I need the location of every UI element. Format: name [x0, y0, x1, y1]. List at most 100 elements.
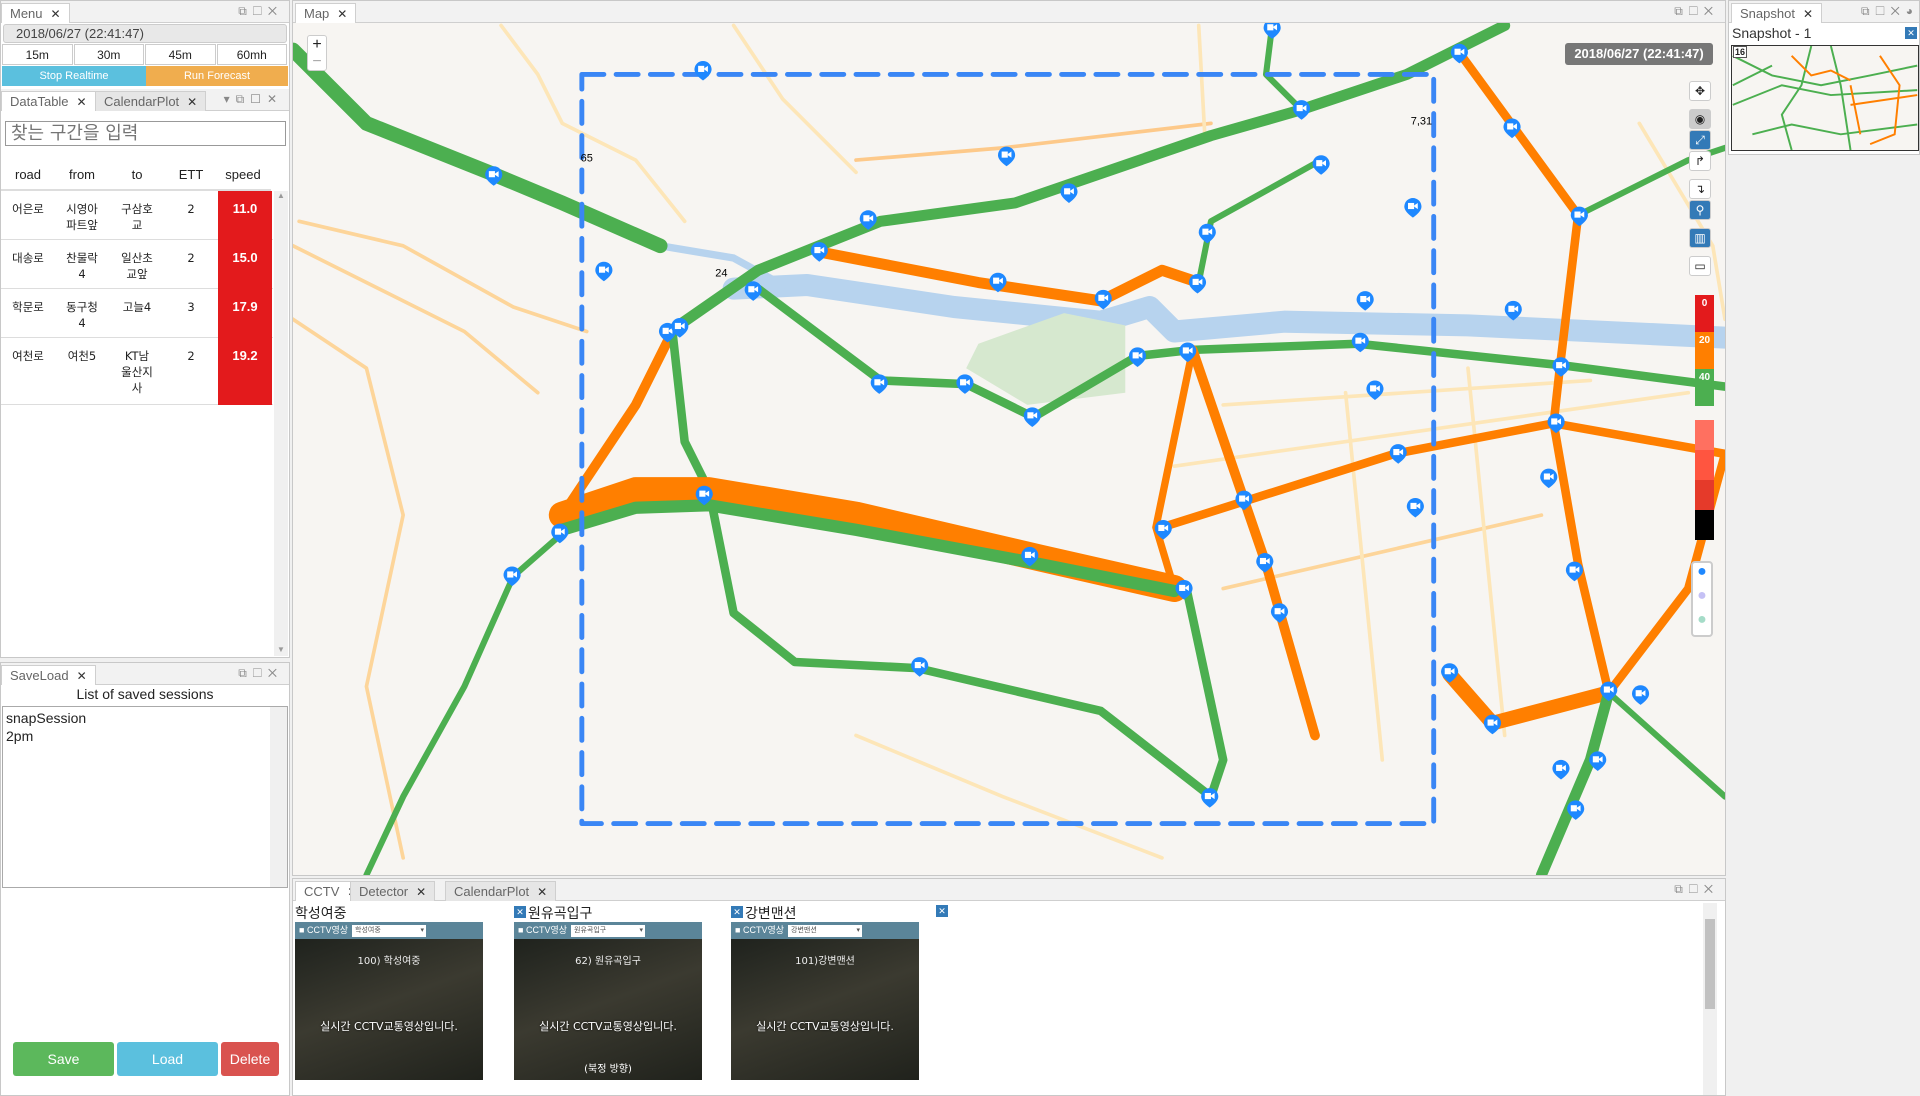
save-button[interactable]: Save	[13, 1042, 114, 1076]
close-icon[interactable]: ✕	[77, 669, 87, 683]
cctv-video[interactable]: ■ CCTV영상 학성여중 ▾ 100) 학성여중 실시간 CCTV교통영상입니다.	[295, 922, 483, 1080]
tab-saveload[interactable]: SaveLoad ✕	[1, 665, 96, 685]
cctv-marker-icon[interactable]	[1366, 380, 1384, 401]
cctv-marker-icon[interactable]	[1351, 332, 1369, 353]
delete-button[interactable]: Delete	[221, 1042, 279, 1076]
zoom-out-button[interactable]: −	[308, 53, 326, 70]
column-header-ETT[interactable]: ETT	[161, 167, 221, 183]
expand-icon[interactable]: ⤢	[1689, 130, 1711, 150]
move-icon[interactable]: ✥	[1689, 81, 1711, 101]
cctv-close-button[interactable]: ✕	[936, 905, 948, 917]
run-forecast-button[interactable]: Run Forecast	[146, 66, 288, 86]
network-icon[interactable]: ⚲	[1689, 200, 1711, 220]
window-controls[interactable]: ⧉☐✕	[1674, 882, 1719, 897]
tab-calendarplot[interactable]: CalendarPlot ✕	[95, 91, 207, 111]
cctv-close-button[interactable]: ✕	[731, 906, 743, 918]
cctv-marker-icon[interactable]	[870, 374, 888, 394]
cctv-marker-icon[interactable]	[810, 242, 828, 262]
close-icon[interactable]: ✕	[77, 95, 87, 109]
tab-map[interactable]: Map ✕	[295, 3, 357, 23]
close-icon[interactable]: ✕	[187, 95, 197, 109]
window-controls[interactable]: ▾⧉☐✕	[224, 92, 283, 107]
table-row[interactable]: 학문로 동구청 4 고늘4 3 17.9	[1, 289, 273, 338]
cctv-marker-icon[interactable]	[1356, 291, 1374, 311]
session-item[interactable]: 2pm	[6, 727, 284, 745]
tab-menu[interactable]: Menu ✕	[1, 3, 70, 23]
detector-layer-icon[interactable]: ●	[1693, 587, 1711, 611]
cctv-marker-icon[interactable]	[1404, 198, 1422, 218]
column-header-road[interactable]: road	[0, 167, 58, 183]
cctv-close-button[interactable]: ✕	[514, 906, 526, 918]
interval-button-15m[interactable]: 15m	[2, 44, 73, 65]
search-input[interactable]	[5, 121, 286, 146]
cctv-select[interactable]: 원유곡입구 ▾	[571, 924, 646, 937]
close-icon[interactable]: ✕	[1803, 7, 1813, 21]
cctv-marker-icon[interactable]	[1540, 468, 1558, 489]
cctv-marker-icon[interactable]	[1263, 23, 1281, 39]
load-button[interactable]: Load	[117, 1042, 218, 1076]
window-controls[interactable]: ⧉☐✕	[1674, 4, 1719, 19]
tab-detector[interactable]: Detector ✕	[350, 881, 436, 901]
cctv-video[interactable]: ■ CCTV영상 원유곡입구 ▾ 62) 원유곡입구 실시간 CCTV교통영상입니다. (…	[514, 922, 702, 1080]
cctv-marker-icon[interactable]	[1552, 759, 1570, 780]
cctv-marker-icon[interactable]	[1406, 497, 1424, 518]
cctv-marker-icon[interactable]	[694, 60, 712, 81]
cctv-layer-icon[interactable]: ●	[1693, 563, 1711, 587]
table-scrollbar[interactable]: ▲ ▼	[274, 191, 288, 656]
window-controls[interactable]: ⧉☐✕	[238, 4, 283, 19]
cctv-select[interactable]: 강변맨션 ▾	[788, 924, 863, 937]
cctv-marker-icon[interactable]	[1312, 155, 1330, 175]
map-outline-icon[interactable]: ▭	[1689, 256, 1711, 276]
cctv-video[interactable]: ■ CCTV영상 강변맨션 ▾ 101)강변맨션 실시간 CCTV교통영상입니다.	[731, 922, 919, 1080]
cctv-marker-icon[interactable]	[997, 146, 1016, 167]
list-scrollbar[interactable]	[270, 707, 287, 887]
tab-snapshot[interactable]: Snapshot ✕	[1731, 3, 1822, 23]
snapshot-map[interactable]	[1731, 45, 1919, 151]
table-row[interactable]: 어은로 시영아 파트앞 구삼호 교 2 11.0	[1, 191, 273, 240]
session-item[interactable]: snapSession	[6, 709, 284, 727]
cctv-marker-icon[interactable]	[1198, 223, 1216, 244]
column-header-speed[interactable]: speed	[213, 167, 273, 183]
stop-realtime-button[interactable]: Stop Realtime	[2, 66, 146, 86]
cctv-marker-icon[interactable]	[1188, 273, 1207, 294]
cctv-marker-icon[interactable]	[1094, 289, 1112, 310]
close-icon[interactable]: ✕	[537, 885, 547, 899]
map-icon[interactable]: ▥	[1689, 228, 1711, 248]
interval-button-45m[interactable]: 45m	[145, 44, 216, 65]
step-up-icon[interactable]: ↱	[1689, 151, 1711, 171]
cctv-select[interactable]: 학성여중 ▾	[352, 924, 427, 937]
cctv-marker-icon[interactable]	[1483, 714, 1502, 735]
cctv-marker-icon[interactable]	[1201, 788, 1219, 808]
cctv-marker-icon[interactable]	[1547, 413, 1565, 434]
close-icon[interactable]: ✕	[416, 885, 426, 899]
road-congested	[1187, 344, 1320, 741]
column-header-from[interactable]: from	[52, 167, 112, 183]
cctv-marker-icon[interactable]	[1631, 685, 1650, 705]
cctv-marker-icon[interactable]	[1023, 407, 1041, 427]
window-controls[interactable]: ⧉☐✕◕	[1861, 4, 1919, 19]
step-down-icon[interactable]: ↴	[1689, 179, 1711, 199]
close-icon[interactable]: ✕	[337, 7, 347, 21]
wifi-layer-icon[interactable]: ●	[1693, 611, 1711, 635]
cctv-marker-icon[interactable]	[503, 566, 521, 587]
close-icon[interactable]: ✕	[51, 7, 61, 21]
screenshot-icon[interactable]: ◉	[1689, 109, 1711, 129]
zoom-in-button[interactable]: +	[308, 36, 326, 53]
cctv-video-bar: ■ CCTV영상 강변맨션 ▾	[731, 922, 919, 939]
window-controls[interactable]: ⧉☐✕	[238, 666, 283, 681]
cctv-marker-icon[interactable]	[595, 261, 613, 282]
tab-calendarplot[interactable]: CalendarPlot ✕	[445, 881, 557, 901]
cctv-title: 강변맨션	[745, 906, 797, 922]
cctv-marker-icon[interactable]	[1060, 183, 1078, 203]
tab-datatable[interactable]: DataTable ✕	[1, 91, 96, 111]
table-row[interactable]: 여천로 여천5 KT남 울산지 사 2 19.2	[1, 338, 273, 405]
interval-button-60mh[interactable]: 60mh	[216, 44, 287, 65]
column-header-to[interactable]: to	[107, 167, 167, 183]
cctv-marker-icon[interactable]	[1389, 444, 1407, 464]
traffic-map[interactable]: 65 24 7,31	[293, 23, 1725, 875]
table-row[interactable]: 대송로 찬물락 4 일산초 교앞 2 15.0	[1, 240, 273, 289]
interval-button-30m[interactable]: 30m	[73, 44, 144, 65]
sessions-list[interactable]: snapSession 2pm	[2, 706, 288, 888]
cctv-scrollbar[interactable]	[1703, 903, 1717, 1095]
snapshot-close-button[interactable]: ✕	[1905, 27, 1917, 39]
